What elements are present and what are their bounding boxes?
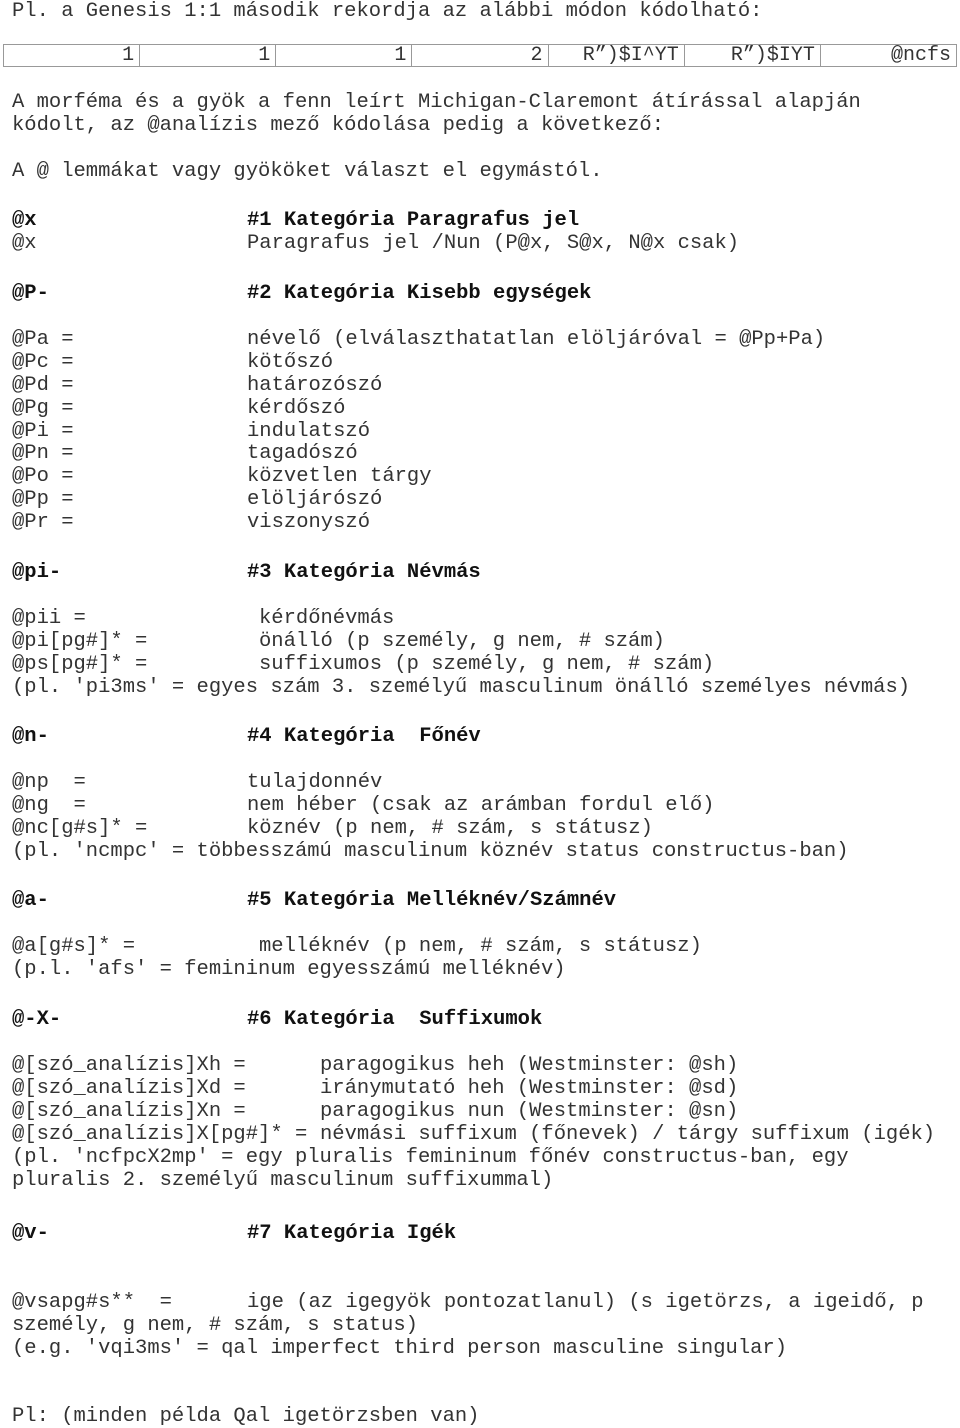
entry-meaning: köznév (p nem, # szám, s státusz) bbox=[247, 817, 653, 840]
entry-code: @pii = bbox=[12, 607, 86, 630]
category-title: #7 Kategória Igék bbox=[247, 1222, 457, 1245]
entry-code: @a[g#s]* = bbox=[12, 935, 136, 958]
category-title: #2 Kategória Kisebb egységek bbox=[247, 282, 592, 305]
record-cell-chapter: 1 bbox=[139, 44, 277, 67]
entry-meaning: Paragrafus jel /Nun (P@x, S@x, N@x csak) bbox=[247, 232, 740, 255]
entry-code: @Pp = bbox=[12, 488, 74, 511]
entry-code: @np = bbox=[12, 771, 86, 794]
entry-code: @[szó_analízis]Xh = bbox=[12, 1054, 246, 1077]
entry-meaning: névelő (elválaszthatatlan elöljáróval = … bbox=[247, 328, 826, 351]
record-cell-analysis: @ncfs bbox=[819, 44, 958, 67]
entry-meaning: tagadószó bbox=[247, 442, 358, 465]
example-text: (pl. 'pi3ms' = egyes szám 3. személyű ma… bbox=[12, 676, 911, 699]
entry-meaning: iránymutató heh (Westminster: @sd) bbox=[320, 1077, 739, 1100]
record-cell-root: R”)$IYT bbox=[683, 44, 821, 67]
entry-code: @[szó_analízis]X[pg#]* = bbox=[12, 1123, 308, 1146]
entry-code: @Pi = bbox=[12, 420, 74, 443]
example-text: (e.g. 'vqi3ms' = qal imperfect third per… bbox=[12, 1337, 788, 1360]
description-line: kódolt, az @analízis mező kódolása pedig… bbox=[12, 114, 665, 137]
record-cell-verse: 1 bbox=[275, 44, 413, 67]
category-code: @a- bbox=[12, 889, 49, 912]
footer-note: Pl: (minden példa Qal igetörzsben van) bbox=[12, 1405, 480, 1428]
entry-meaning: kötőszó bbox=[247, 351, 334, 374]
entry-continuation: személy, g nem, # szám, s status) bbox=[12, 1314, 418, 1337]
separator-note: A @ lemmákat vagy gyököket választ el eg… bbox=[12, 160, 603, 183]
intro-text: Pl. a Genesis 1:1 második rekordja az al… bbox=[12, 0, 763, 23]
record-cell-book: 1 bbox=[2, 44, 141, 67]
entry-meaning: paragogikus nun (Westminster: @sn) bbox=[320, 1100, 739, 1123]
entry-meaning: kérdőszó bbox=[247, 397, 346, 420]
entry-meaning: közvetlen tárgy bbox=[247, 465, 432, 488]
entry-meaning: önálló (p személy, g nem, # szám) bbox=[259, 630, 665, 653]
table-row: 1 1 1 2 R”)$I^YT R”)$IYT @ncfs bbox=[2, 44, 958, 67]
entry-code: @[szó_analízis]Xd = bbox=[12, 1077, 246, 1100]
entry-code: @Pn = bbox=[12, 442, 74, 465]
category-code: @P- bbox=[12, 282, 49, 305]
category-title: #4 Kategória Főnév bbox=[247, 725, 481, 748]
entry-code: @[szó_analízis]Xn = bbox=[12, 1100, 246, 1123]
category-title: #6 Kategória Suffixumok bbox=[247, 1008, 543, 1031]
record-table: 1 1 1 2 R”)$I^YT R”)$IYT @ncfs bbox=[2, 44, 958, 67]
category-code: @v- bbox=[12, 1222, 49, 1245]
entry-meaning: kérdőnévmás bbox=[259, 607, 395, 630]
example-text: (pl. 'ncfpcX2mp' = egy pluralis femininu… bbox=[12, 1146, 849, 1169]
entry-meaning: suffixumos (p személy, g nem, # szám) bbox=[259, 653, 715, 676]
entry-meaning: tulajdonnév bbox=[247, 771, 383, 794]
category-code: @pi- bbox=[12, 561, 62, 584]
category-title: #1 Kategória Paragrafus jel bbox=[247, 209, 580, 232]
entry-code: @Pd = bbox=[12, 374, 74, 397]
example-text: (pl. 'ncmpc' = többesszámú masculinum kö… bbox=[12, 840, 849, 863]
category-code: @n- bbox=[12, 725, 49, 748]
entry-meaning: paragogikus heh (Westminster: @sh) bbox=[320, 1054, 739, 1077]
entry-meaning: elöljárószó bbox=[247, 488, 383, 511]
description-line: A morféma és a gyök a fenn leírt Michiga… bbox=[12, 91, 861, 114]
entry-code: @Pr = bbox=[12, 511, 74, 534]
entry-code: @Po = bbox=[12, 465, 74, 488]
entry-meaning: indulatszó bbox=[247, 420, 371, 443]
category-code: @-X- bbox=[12, 1008, 62, 1031]
entry-meaning: viszonyszó bbox=[247, 511, 371, 534]
entry-code: @nc[g#s]* = bbox=[12, 817, 148, 840]
entry-code: @vsapg#s** = bbox=[12, 1291, 172, 1314]
entry-meaning: melléknév (p nem, # szám, s státusz) bbox=[259, 935, 702, 958]
entry-code: @Pc = bbox=[12, 351, 74, 374]
example-text: (p.l. 'afs' = femininum egyesszámú mellé… bbox=[12, 958, 566, 981]
record-cell-word: 2 bbox=[411, 44, 549, 67]
entry-code: @ng = bbox=[12, 794, 86, 817]
entry-meaning: határozószó bbox=[247, 374, 383, 397]
entry-code: @Pa = bbox=[12, 328, 74, 351]
category-title: #5 Kategória Melléknév/Számnév bbox=[247, 889, 617, 912]
category-code: @x bbox=[12, 209, 37, 232]
entry-code: @x bbox=[12, 232, 37, 255]
entry-code: @Pg = bbox=[12, 397, 74, 420]
entry-meaning: névmási suffixum (főnevek) / tárgy suffi… bbox=[320, 1123, 936, 1146]
entry-code: @ps[pg#]* = bbox=[12, 653, 148, 676]
entry-code: @pi[pg#]* = bbox=[12, 630, 148, 653]
category-title: #3 Kategória Névmás bbox=[247, 561, 481, 584]
record-cell-morpheme: R”)$I^YT bbox=[547, 44, 685, 67]
entry-meaning: nem héber (csak az arámban fordul elő) bbox=[247, 794, 715, 817]
example-text: pluralis 2. személyű masculinum suffixum… bbox=[12, 1169, 554, 1192]
entry-meaning: ige (az igegyök pontozatlanul) (s igetör… bbox=[247, 1291, 924, 1314]
